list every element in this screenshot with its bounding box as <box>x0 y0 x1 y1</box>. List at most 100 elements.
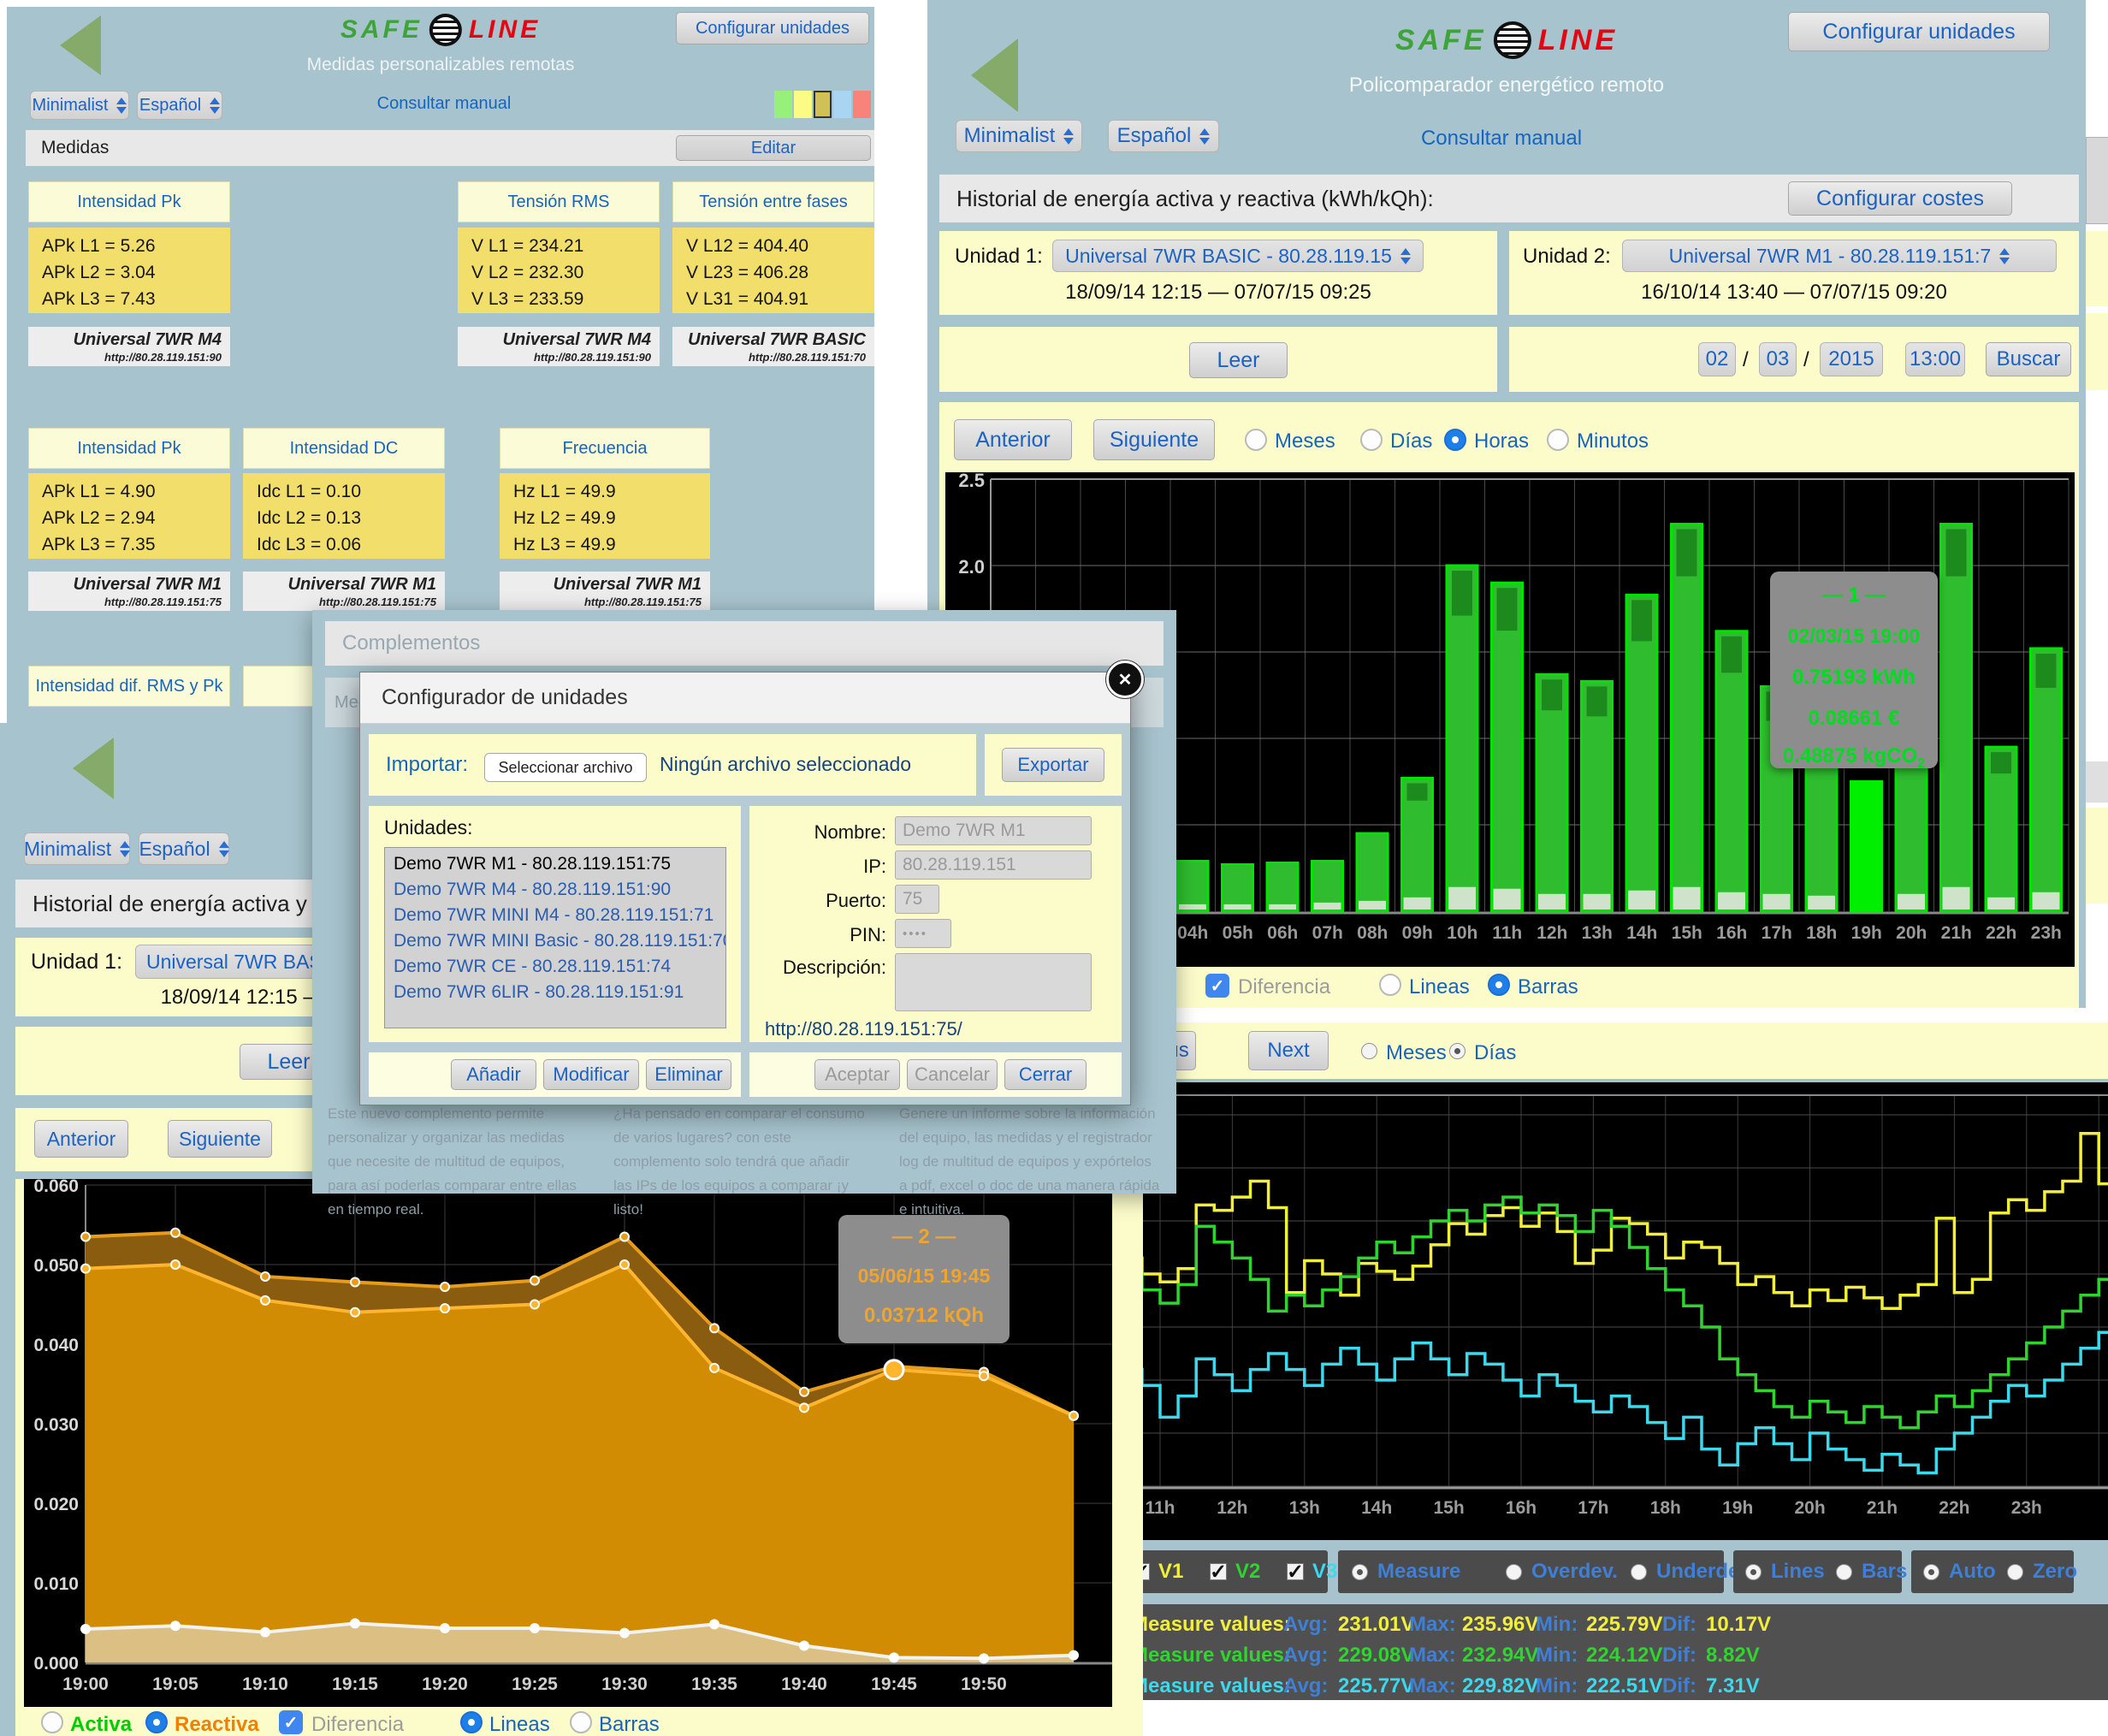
cerrar-button[interactable]: Cerrar <box>1004 1059 1087 1090</box>
radio-dias[interactable] <box>1360 429 1383 451</box>
radio-activa[interactable] <box>41 1711 63 1733</box>
v2-checkbox[interactable]: ✓ <box>1210 1563 1227 1580</box>
radio-meses-label[interactable]: Meses <box>1275 430 1335 453</box>
unit-list-item[interactable]: Demo 7WR MINI M4 - 80.28.119.151:71 <box>385 903 725 928</box>
radio-lineas-label[interactable]: Lineas <box>1409 975 1470 999</box>
card-title-2[interactable]: Tensión entre fases <box>672 181 874 222</box>
card-title-1[interactable]: Tensión RMS <box>458 181 660 222</box>
card-title-3[interactable]: Intensidad Pk <box>28 428 230 469</box>
diferencia-checkbox[interactable]: ✓ <box>1205 974 1229 998</box>
diferencia-checkbox[interactable]: ✓ <box>279 1710 303 1734</box>
close-icon[interactable]: ✕ <box>1106 661 1144 698</box>
radio-lineas[interactable] <box>1379 974 1401 996</box>
radio-overdev[interactable] <box>1506 1564 1522 1580</box>
radio-horas-label[interactable]: Horas <box>1474 430 1529 453</box>
nombre-field[interactable]: Demo 7WR M1 <box>895 816 1092 845</box>
voltage-chart[interactable]: 23223022822622422211h12h13h14h15h16h17h1… <box>1095 1082 2108 1540</box>
radio-minutos[interactable] <box>1547 429 1569 451</box>
unit-list-item[interactable]: Demo 7WR M4 - 80.28.119.151:90 <box>385 877 725 903</box>
radio-barras-label[interactable]: Barras <box>1518 975 1578 999</box>
card-title-0[interactable]: Intensidad Pk <box>28 181 230 222</box>
editar-button[interactable]: Editar <box>676 135 871 161</box>
next-button[interactable]: Next <box>1248 1031 1329 1070</box>
v3-label[interactable]: V3 <box>1312 1560 1337 1584</box>
unit-list-item[interactable]: Demo 7WR M1 - 80.28.119.151:75 <box>385 851 725 877</box>
radio-reactiva-label[interactable]: Reactiva <box>175 1713 259 1736</box>
anterior-button[interactable]: Anterior <box>954 419 1072 460</box>
unit-list-item[interactable]: Demo 7WR MINI Basic - 80.28.119.151:70 <box>385 928 725 954</box>
pin-field[interactable]: •••• <box>895 919 951 948</box>
theme-color-swatch[interactable] <box>814 91 832 118</box>
v1-label[interactable]: V1 <box>1158 1560 1183 1584</box>
configurar-unidades-button[interactable]: Configurar unidades <box>1788 12 2050 51</box>
aceptar-button[interactable]: Aceptar <box>814 1059 900 1090</box>
area-chart[interactable]: 0.0600.0500.0400.0300.0200.0100.00019:00… <box>24 1179 1112 1707</box>
radio-reactiva[interactable] <box>145 1711 168 1733</box>
siguiente-button[interactable]: Siguiente <box>168 1120 272 1158</box>
exportar-button[interactable]: Exportar <box>1002 748 1104 782</box>
descripcion-field[interactable] <box>895 953 1092 1011</box>
language-select[interactable]: Español <box>139 832 229 865</box>
radio-bars-label[interactable]: Bars <box>1862 1560 1907 1584</box>
radio-barras[interactable] <box>570 1711 592 1733</box>
radio-barras[interactable] <box>1488 974 1510 996</box>
radio-lines[interactable] <box>1745 1564 1762 1580</box>
radio-barras-label[interactable]: Barras <box>599 1713 660 1736</box>
leer-button[interactable]: Leer <box>1189 342 1288 378</box>
radio-dias-label[interactable]: Días <box>1390 430 1432 453</box>
back-arrow-icon[interactable] <box>73 738 114 799</box>
radio-lineas-label[interactable]: Lineas <box>489 1713 550 1736</box>
radio-overdev-label[interactable]: Overdev. <box>1531 1560 1618 1584</box>
radio-meses-label[interactable]: Meses <box>1386 1041 1447 1065</box>
theme-color-swatch[interactable] <box>833 91 851 118</box>
diferencia-label[interactable]: Diferencia <box>311 1713 404 1736</box>
radio-meses[interactable] <box>1361 1043 1377 1059</box>
day-input[interactable]: 02 <box>1698 342 1736 376</box>
card-title-5[interactable]: Frecuencia <box>500 428 710 469</box>
theme-color-swatch[interactable] <box>794 91 812 118</box>
ip-field[interactable]: 80.28.119.151 <box>895 850 1092 880</box>
radio-dias-label[interactable]: Días <box>1474 1041 1516 1065</box>
v3-checkbox[interactable]: ✓ <box>1287 1563 1304 1580</box>
theme-color-swatch[interactable] <box>853 91 871 118</box>
radio-lines-label[interactable]: Lines <box>1771 1560 1825 1584</box>
consultar-manual-link[interactable]: Consultar manual <box>273 94 615 114</box>
theme-select[interactable]: Minimalist <box>30 91 129 120</box>
modificar-button[interactable]: Modificar <box>543 1059 639 1090</box>
unit1-select[interactable]: Universal 7WR BASIC - 80.28.119.15 <box>1052 240 1424 272</box>
eliminar-button[interactable]: Eliminar <box>646 1059 731 1090</box>
configurar-costes-button[interactable]: Configurar costes <box>1788 181 2012 216</box>
radio-measure-label[interactable]: Measure <box>1377 1560 1460 1584</box>
radio-auto-label[interactable]: Auto <box>1949 1560 1996 1584</box>
language-select[interactable]: Español <box>137 91 222 120</box>
cancelar-button[interactable]: Cancelar <box>907 1059 998 1090</box>
radio-bars[interactable] <box>1836 1564 1852 1580</box>
buscar-button[interactable]: Buscar <box>1986 342 2071 376</box>
radio-minutos-label[interactable]: Minutos <box>1577 430 1649 453</box>
radio-horas[interactable] <box>1444 429 1466 451</box>
radio-activa-label[interactable]: Activa <box>70 1713 132 1736</box>
unit-list-item[interactable]: Demo 7WR 6LIR - 80.28.119.151:91 <box>385 980 725 1005</box>
radio-underdev[interactable] <box>1631 1564 1647 1580</box>
siguiente-button[interactable]: Siguiente <box>1093 419 1215 460</box>
unit-list-item[interactable]: Demo 7WR CE - 80.28.119.151:74 <box>385 954 725 980</box>
unit2-select[interactable]: Universal 7WR M1 - 80.28.119.151:7 <box>1622 240 2057 272</box>
theme-select[interactable]: Minimalist <box>24 832 130 865</box>
consultar-manual-link[interactable]: Consultar manual <box>1330 127 1673 151</box>
language-select[interactable]: Español <box>1108 120 1219 152</box>
card-title-4[interactable]: Intensidad DC <box>243 428 445 469</box>
configurar-unidades-button[interactable]: Configurar unidades <box>676 12 869 44</box>
seleccionar-archivo-button[interactable]: Seleccionar archivo <box>484 753 647 782</box>
v2-label[interactable]: V2 <box>1235 1560 1260 1584</box>
card-button-intensidad-dif[interactable]: Intensidad dif. RMS y Pk <box>28 666 230 707</box>
diferencia-label[interactable]: Diferencia <box>1238 975 1330 999</box>
radio-measure[interactable] <box>1352 1564 1368 1580</box>
radio-dias[interactable] <box>1449 1043 1466 1059</box>
anterior-button[interactable]: Anterior <box>34 1120 128 1158</box>
radio-lineas[interactable] <box>460 1711 483 1733</box>
radio-zero-label[interactable]: Zero <box>2033 1560 2077 1584</box>
radio-meses[interactable] <box>1245 429 1267 451</box>
year-input[interactable]: 2015 <box>1820 342 1883 376</box>
month-input[interactable]: 03 <box>1759 342 1797 376</box>
theme-color-swatch[interactable] <box>774 91 792 118</box>
